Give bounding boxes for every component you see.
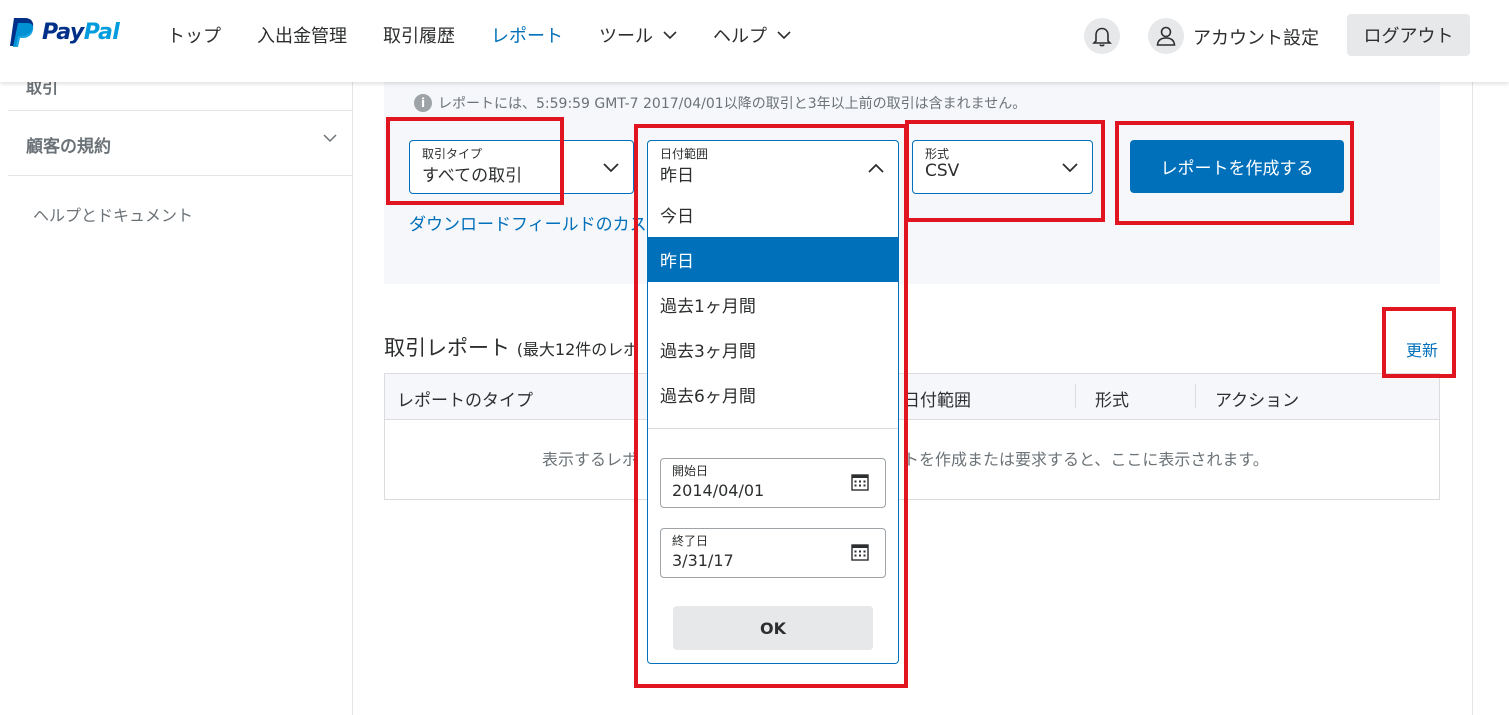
empty-message-right: トを作成または要求すると、ここに表示されます。 xyxy=(903,450,1269,469)
top-header: PayPal トップ 入出金管理 取引履歴 レポート ツール ヘルプ アカウント… xyxy=(0,0,1509,82)
field-label: 形式 xyxy=(925,147,950,161)
sidebar-item-customer-agreement[interactable]: 顧客の規約 xyxy=(26,132,111,157)
field-label: 取引タイプ xyxy=(422,147,483,161)
dropdown-divider xyxy=(648,428,898,429)
field-value: 昨日 xyxy=(660,166,694,186)
field-value: CSV xyxy=(925,161,960,181)
column-header: レポートのタイプ xyxy=(397,391,533,411)
info-icon: i xyxy=(414,94,432,112)
nav-item-help[interactable]: ヘルプ xyxy=(713,22,791,48)
paypal-wordmark: PayPal xyxy=(42,19,120,45)
nav-item-money[interactable]: 入出金管理 xyxy=(257,22,347,48)
content-border xyxy=(1472,82,1473,715)
notifications-button[interactable] xyxy=(1084,18,1120,54)
nav-item-top[interactable]: トップ xyxy=(167,22,221,48)
customize-download-fields-link[interactable]: ダウンロードフィールドのカス xyxy=(409,210,647,235)
reports-subtitle: (最大12件のレポ xyxy=(516,340,640,359)
date-range-select[interactable]: 日付範囲 昨日 xyxy=(647,140,899,194)
paypal-p-icon xyxy=(10,18,34,47)
calendar-icon[interactable] xyxy=(851,543,869,561)
column-divider xyxy=(1195,384,1196,408)
page: PayPal トップ 入出金管理 取引履歴 レポート ツール ヘルプ アカウント… xyxy=(0,0,1509,715)
column-divider xyxy=(1075,384,1076,408)
column-header: アクション xyxy=(1215,391,1300,411)
end-date-value: 3/31/17 xyxy=(672,551,734,570)
date-range-dropdown: 今日 昨日 過去1ヶ月間 過去3ヶ月間 過去6ヶ月間 開始日 2014/04/0… xyxy=(647,192,899,664)
bell-icon xyxy=(1092,27,1112,47)
table-header: レポートのタイプ 日付範囲 形式 アクション xyxy=(385,374,1439,420)
column-header: 日付範囲 xyxy=(903,391,971,411)
nav-item-history[interactable]: 取引履歴 xyxy=(383,22,455,48)
date-option-today[interactable]: 今日 xyxy=(648,192,898,237)
refresh-link[interactable]: 更新 xyxy=(1406,337,1438,361)
reports-title: 取引レポート (最大12件のレポ xyxy=(384,336,640,360)
sidebar-item-help-docs[interactable]: ヘルプとドキュメント xyxy=(33,202,193,226)
account-avatar[interactable] xyxy=(1148,18,1184,54)
reports-table: レポートのタイプ 日付範囲 形式 アクション 表示するレポ トを作成または要求す… xyxy=(384,373,1440,500)
nav-item-tools[interactable]: ツール xyxy=(599,22,677,48)
start-date-label: 開始日 xyxy=(672,464,709,478)
ok-button[interactable]: OK xyxy=(673,606,873,650)
user-icon xyxy=(1156,26,1176,46)
create-report-button[interactable]: レポートを作成する xyxy=(1130,140,1344,193)
empty-message-left: 表示するレポ xyxy=(542,450,639,469)
chevron-up-icon xyxy=(868,163,884,173)
calendar-icon[interactable] xyxy=(851,473,869,491)
start-date-field[interactable]: 開始日 2014/04/01 xyxy=(660,458,886,508)
end-date-label: 終了日 xyxy=(672,534,709,548)
chevron-down-icon xyxy=(1062,163,1078,173)
column-header: 形式 xyxy=(1095,391,1129,411)
nav-item-reports[interactable]: レポート xyxy=(491,22,563,48)
logout-button[interactable]: ログアウト xyxy=(1347,14,1470,56)
date-option-6-months[interactable]: 過去6ヶ月間 xyxy=(648,372,898,417)
date-option-3-months[interactable]: 過去3ヶ月間 xyxy=(648,327,898,372)
transaction-type-select[interactable]: 取引タイプ すべての取引 xyxy=(409,140,634,194)
sidebar-divider xyxy=(8,175,352,176)
chevron-down-icon xyxy=(777,30,791,39)
date-option-1-month[interactable]: 過去1ヶ月間 xyxy=(648,282,898,327)
field-label: 日付範囲 xyxy=(660,147,709,161)
chevron-down-icon[interactable] xyxy=(323,134,337,143)
paypal-logo[interactable]: PayPal xyxy=(8,16,120,48)
notice-text: レポートには、5:59:59 GMT-7 2017/04/01以降の取引と3年以… xyxy=(438,96,1027,112)
format-select[interactable]: 形式 CSV xyxy=(912,140,1093,194)
account-settings-link[interactable]: アカウント設定 xyxy=(1193,24,1319,50)
end-date-field[interactable]: 終了日 3/31/17 xyxy=(660,528,886,578)
chevron-down-icon xyxy=(663,30,677,39)
sidebar-divider xyxy=(8,110,352,111)
main-nav: トップ 入出金管理 取引履歴 レポート ツール ヘルプ xyxy=(167,22,827,48)
field-value: すべての取引 xyxy=(422,166,523,186)
date-option-yesterday[interactable]: 昨日 xyxy=(648,237,898,282)
sidebar: 取引 顧客の規約 ヘルプとドキュメント xyxy=(8,78,353,715)
start-date-value: 2014/04/01 xyxy=(672,481,765,500)
chevron-down-icon xyxy=(603,163,619,173)
report-notice: i レポートには、5:59:59 GMT-7 2017/04/01以降の取引と3… xyxy=(414,93,1026,113)
